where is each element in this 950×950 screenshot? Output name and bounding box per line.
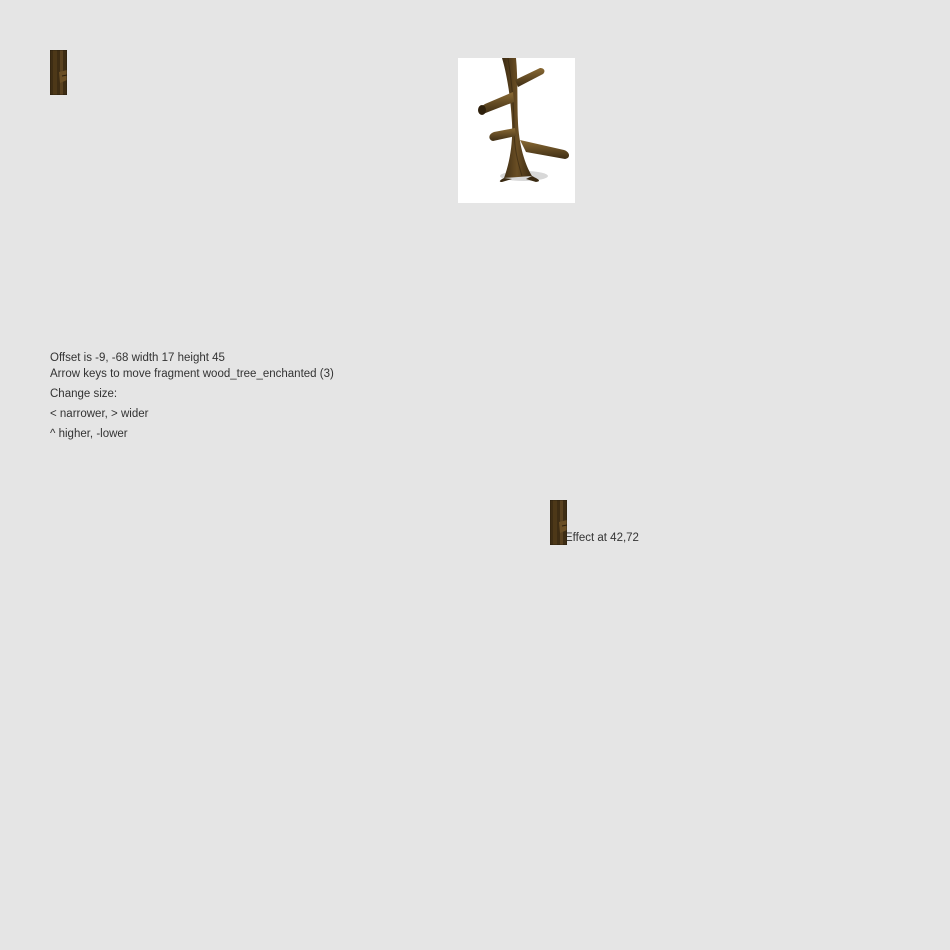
fragment-thumbnail xyxy=(50,50,67,95)
enchanted-tree-icon xyxy=(478,58,570,182)
tree-trunk-fragment-icon xyxy=(50,50,67,95)
width-keys-hint: < narrower, > wider xyxy=(50,408,149,420)
tree-trunk-fragment-icon xyxy=(550,500,567,545)
editor-info-panel: Offset is -9, -68 width 17 height 45 Arr… xyxy=(50,351,350,441)
move-instructions: Arrow keys to move fragment wood_tree_en… xyxy=(50,368,334,380)
effect-position-label: Effect at 42,72 xyxy=(565,532,639,544)
sprite-preview xyxy=(458,58,575,203)
fragment-effect-marker[interactable] xyxy=(550,500,567,545)
offset-text: Offset is -9, -68 width 17 height 45 xyxy=(50,352,225,364)
change-size-label: Change size: xyxy=(50,388,118,400)
height-keys-hint: ^ higher, -lower xyxy=(50,428,128,440)
